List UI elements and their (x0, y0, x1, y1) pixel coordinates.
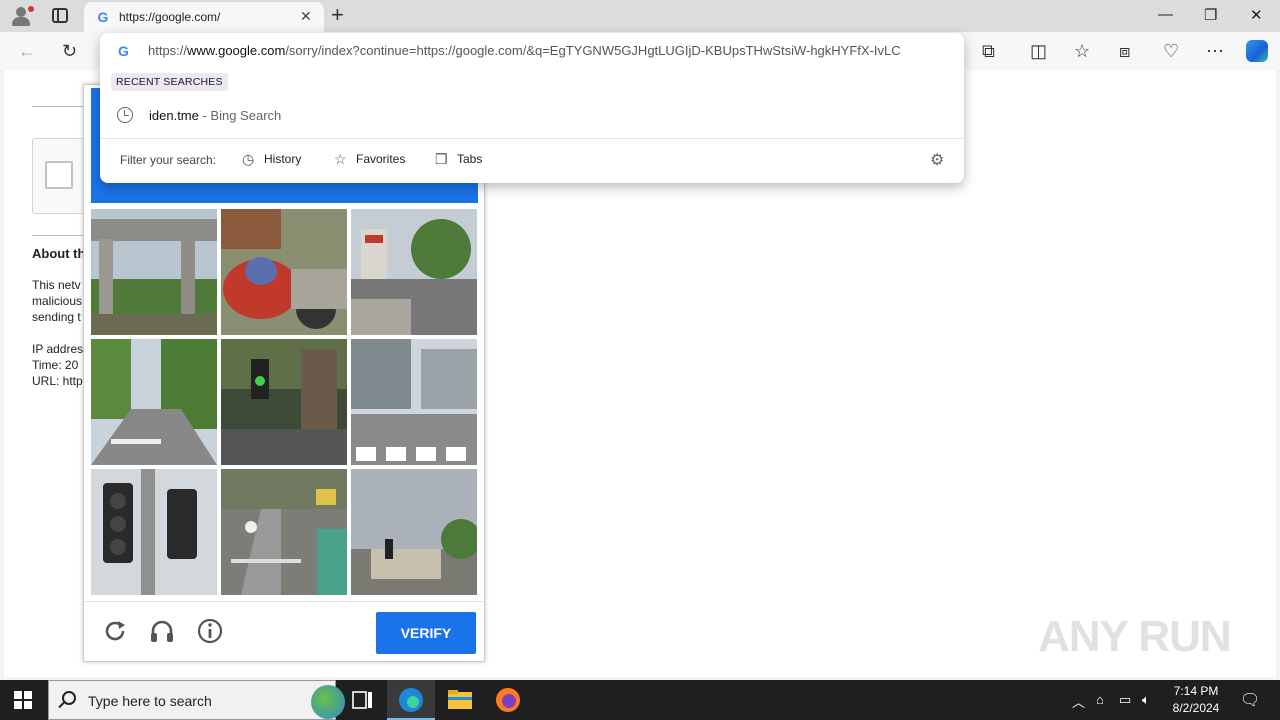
recent-searches-label: RECENT SEARCHES (111, 73, 228, 91)
recaptcha-checkbox[interactable] (45, 161, 73, 189)
back-icon[interactable]: ← (18, 41, 36, 61)
split-screen-icon[interactable]: ◫ (1030, 41, 1047, 61)
info-text-line: This netv (32, 278, 81, 292)
captcha-tile[interactable] (221, 339, 347, 465)
refresh-icon[interactable]: ↻ (62, 41, 77, 61)
suggestion-text: iden.tme (149, 108, 199, 123)
reload-challenge-icon[interactable] (101, 617, 129, 645)
captcha-image-grid (91, 209, 478, 596)
captcha-tile[interactable] (351, 339, 477, 465)
show-hidden-icons-icon[interactable]: ︿ (1072, 692, 1085, 711)
firefox-icon[interactable] (484, 680, 532, 720)
collections-icon[interactable]: ⧈ (1119, 41, 1130, 61)
info-text-line: sending t (32, 310, 81, 324)
settings-gear-icon[interactable]: ⚙ (930, 150, 944, 170)
taskbar-clock[interactable]: 7:14 PM 8/2/2024 (1166, 683, 1226, 717)
window-close-icon[interactable]: ✕ (1250, 6, 1263, 24)
suggestion-item[interactable]: iden.tme - Bing Search (149, 108, 281, 123)
tab-strip: G https://google.com/ ✕ + — ❐ ✕ (0, 0, 1280, 32)
anyrun-watermark: ANY RUN (1038, 612, 1232, 661)
divider (100, 138, 964, 139)
volume-icon[interactable]: 🔈︎ (1142, 692, 1150, 708)
tab-close-icon[interactable]: ✕ (300, 8, 312, 25)
network-icon[interactable]: ▭ (1119, 692, 1131, 708)
search-icon (62, 691, 76, 705)
info-text-line: malicious (32, 294, 83, 308)
filter-tabs-button[interactable]: ❒ Tabs (435, 151, 482, 168)
restore-icon[interactable]: ❐ (1204, 6, 1217, 24)
about-heading: About th (32, 246, 86, 261)
taskbar: Type here to search ︿ ⌂ ▭ 🔈︎ 7:14 PM 8/2… (0, 680, 1280, 720)
verify-button[interactable]: VERIFY (376, 612, 476, 654)
time-line: Time: 20 (32, 358, 79, 372)
clock-time: 7:14 PM (1173, 684, 1219, 698)
extensions-icon[interactable]: ⧉ (982, 41, 995, 61)
history-clock-icon (117, 107, 133, 123)
more-options-icon[interactable]: ⋯ (1206, 41, 1224, 61)
task-view-icon[interactable] (338, 680, 386, 720)
captcha-tile[interactable] (351, 209, 477, 335)
captcha-tile[interactable] (221, 209, 347, 335)
captcha-tile[interactable] (91, 209, 217, 335)
tabs-icon: ❒ (435, 151, 448, 167)
ip-line: IP addres (32, 342, 84, 356)
address-input[interactable]: https://www.google.com/sorry/index?conti… (148, 43, 948, 58)
favorites-icon[interactable]: ☆ (1074, 41, 1090, 61)
browser-essentials-icon[interactable]: ♡ (1163, 41, 1179, 61)
google-favicon-icon: G (97, 9, 109, 25)
search-placeholder: Type here to search (88, 693, 212, 709)
notifications-icon[interactable]: 🗨︎ (1240, 690, 1260, 710)
filter-favorites-button[interactable]: ☆ Favorites (334, 151, 405, 168)
filter-history-button[interactable]: ◷ History (242, 151, 301, 168)
copilot-icon[interactable] (1246, 40, 1268, 62)
network-status-icon[interactable]: ⌂ (1096, 692, 1104, 707)
captcha-tile[interactable] (91, 339, 217, 465)
info-icon[interactable] (196, 617, 224, 645)
windows-start-icon[interactable] (14, 691, 32, 709)
profile-icon[interactable] (8, 4, 34, 28)
file-explorer-icon[interactable] (436, 680, 484, 720)
google-favicon-icon: G (118, 43, 129, 59)
url-line: URL: http (32, 374, 83, 388)
captcha-tile[interactable] (351, 469, 477, 595)
address-bar-dropdown: G https://www.google.com/sorry/index?con… (100, 33, 964, 183)
url-scheme: https:// (148, 43, 188, 58)
suggestion-source: - Bing Search (198, 108, 282, 123)
audio-challenge-icon[interactable] (148, 617, 176, 645)
url-host: www.google.com (187, 43, 286, 58)
filter-label: Filter your search: (120, 153, 217, 167)
url-path: /sorry/index?continue=https://google.com… (285, 43, 901, 58)
taskbar-search[interactable]: Type here to search (48, 680, 345, 720)
edge-taskbar-icon[interactable] (387, 680, 435, 720)
captcha-tile[interactable] (221, 469, 347, 595)
minimize-icon[interactable]: — (1158, 6, 1173, 23)
new-tab-icon[interactable]: + (331, 4, 344, 26)
star-icon: ☆ (334, 151, 347, 167)
tab-google[interactable]: G https://google.com/ ✕ (84, 2, 324, 32)
captcha-tile[interactable] (91, 469, 217, 595)
tab-title: https://google.com/ (119, 10, 221, 24)
clock-date: 8/2/2024 (1172, 701, 1220, 715)
divider (84, 601, 484, 602)
history-icon: ◷ (242, 151, 255, 167)
tab-actions-icon[interactable] (52, 8, 68, 23)
